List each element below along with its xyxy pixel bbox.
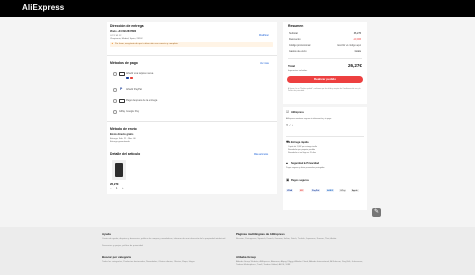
mastercard-logo: MC (299, 189, 305, 193)
footer-multilang-text[interactable]: Russian, Portuguese, Spanish, French, Ge… (236, 238, 366, 241)
delivery-service: Envío directo gratis (110, 133, 134, 136)
item-title: Detalle del artículo (110, 152, 141, 156)
product-image[interactable] (112, 160, 126, 180)
summary-row[interactable]: Código promocional Escribir el código aq… (289, 44, 361, 47)
trust-brand-text: AliExpress mantiene seguros tu informaci… (286, 118, 332, 120)
shipping-title: Dirección de entrega (110, 24, 144, 28)
place-order-button[interactable]: Realizar pedido (287, 76, 363, 83)
cash-icon (119, 99, 125, 103)
lock-icon: 🔒︎ (286, 161, 288, 165)
qty-minus-button[interactable]: − (110, 187, 112, 191)
card-secure-icon: ▣ (286, 178, 290, 182)
total-note: Impuestos incluidos (288, 70, 308, 72)
payment-view-all-link[interactable]: Ver más (260, 62, 269, 65)
card-icon (119, 72, 125, 76)
payment-radio[interactable] (113, 88, 117, 92)
pencil-icon: ✎ (373, 209, 380, 215)
section-divider (107, 55, 277, 56)
footer-multilang-title: Páginas multilingües de AliExpress (236, 232, 285, 236)
address-notice-text: Por favor, asegúrate de que tu dirección… (115, 43, 179, 46)
trust-brand-title: AliExpress (291, 110, 304, 114)
footer-browse-text[interactable]: Todas las categorías, Productos destacad… (102, 261, 227, 264)
footer-help-text[interactable]: Centro de ayuda, disputas y denuncias, p… (102, 238, 227, 241)
payment-radio[interactable] (113, 72, 117, 76)
summary-row-value: 36,27€ (353, 32, 361, 35)
summary-row-label: Descuento (289, 38, 301, 41)
summary-title: Resumen (288, 24, 304, 28)
payment-title: Métodos de pago (110, 61, 138, 65)
google-pay-icon: GPay (119, 109, 125, 113)
address-notice: ● Por favor, asegúrate de que tu direcci… (110, 42, 273, 47)
section-divider (107, 121, 277, 122)
trust-badges: ⚑ ✓ ▪ (286, 124, 293, 127)
footer-help-text-2[interactable]: Denuncias y quejas, política de privacid… (102, 245, 143, 247)
footer-group-title: Alibaba Group (236, 255, 256, 259)
shipping-street: C/C1 S3 12 (110, 34, 122, 37)
item-quantity[interactable]: 1 (116, 187, 117, 190)
warning-icon: ● (111, 42, 114, 46)
paypal-icon: P (120, 87, 123, 91)
shipping-city: Chapineria, Madrid, Spain, 28202 (110, 37, 143, 40)
payment-label-cod: Pago después de la entrega (126, 99, 158, 102)
payment-label-paypal: Añadir PayPal (126, 88, 142, 91)
summary-divider (288, 58, 362, 59)
aliexpress-logo[interactable]: AliExpress (22, 3, 64, 12)
trust-card: ☑ AliExpress AliExpress mantiene seguros… (283, 107, 367, 210)
payment-label-googlepay: Google Pay (126, 110, 140, 113)
payment-logos: VISA MC PayPal AMEX GPay Apple (286, 188, 364, 194)
product-image-shape (115, 163, 123, 177)
payment-radio[interactable] (113, 110, 117, 114)
summary-row: Descuento -10,00€ (289, 38, 361, 41)
secure-payments-title: Pagos seguros (291, 179, 309, 182)
summary-card: Resumen Subtotal 36,27€ Descuento -10,00… (283, 22, 367, 104)
summary-row-label: Gastos de envío (289, 50, 307, 53)
footer: Ayuda Centro de ayuda, disputas y denunc… (0, 227, 475, 275)
summary-row-value: Gratis (354, 50, 361, 53)
mastercard-mini-icon (130, 77, 133, 79)
top-bar: AliExpress (0, 0, 475, 17)
summary-row-label: Código promocional (289, 44, 311, 47)
footer-help-title: Ayuda (102, 232, 111, 236)
promo-code-field[interactable]: Escribir el código aquí (337, 44, 361, 47)
delivery-detail: Entrega garantizada (110, 140, 130, 143)
footer-group-text[interactable]: Alibaba Group Website, AliExpress, Alima… (236, 261, 366, 267)
item-view-more-link[interactable]: Más artículos (254, 153, 268, 156)
shipping-name: Zhelo +34 0912847880 (110, 30, 137, 33)
summary-row: Subtotal 36,27€ (289, 32, 361, 35)
qty-plus-button[interactable]: + (122, 187, 124, 191)
apple-pay-logo: Apple (351, 189, 359, 193)
change-address-link[interactable]: Modificar (259, 34, 269, 37)
summary-row-label: Subtotal (289, 32, 298, 35)
fast-delivery-item: Reembolso si no llega en 15 días (288, 152, 316, 154)
payment-label-new-card: Añadir una tarjeta nueva (126, 72, 154, 75)
delivery-title: Método de envío (110, 127, 137, 131)
visa-mini-icon (126, 77, 129, 79)
summary-row-value: -10,00€ (352, 38, 361, 41)
paypal-logo: PayPal (311, 189, 321, 193)
summary-legal: Al hacer clic en "Realizar pedido", conf… (288, 88, 361, 93)
delivery-eta: Entrega: Feb. 21 - Mar. 06 (110, 137, 136, 140)
footer-browse-title: Buscar por categoría (102, 255, 131, 259)
item-price: 26,27€ (110, 182, 119, 186)
total-value: 26,27€ (347, 63, 362, 68)
visa-logo: VISA (286, 189, 294, 193)
security-text: Pagos seguros y datos personales protegi… (286, 167, 325, 169)
truck-icon: ⛟ (286, 140, 291, 144)
shield-check-icon: ☑ (286, 110, 290, 114)
total-label: Total (288, 64, 295, 68)
trust-divider (286, 136, 364, 137)
amex-logo: AMEX (326, 189, 335, 193)
summary-row: Gastos de envío Gratis (289, 50, 361, 53)
google-pay-logo: GPay (339, 189, 347, 193)
security-title: Seguridad & Privacidad (291, 162, 320, 165)
payment-radio[interactable] (113, 99, 117, 103)
checkout-main-card (107, 22, 277, 194)
feedback-edit-button[interactable]: ✎ (372, 208, 381, 217)
fast-delivery-title: Entrega rápida (291, 141, 309, 144)
